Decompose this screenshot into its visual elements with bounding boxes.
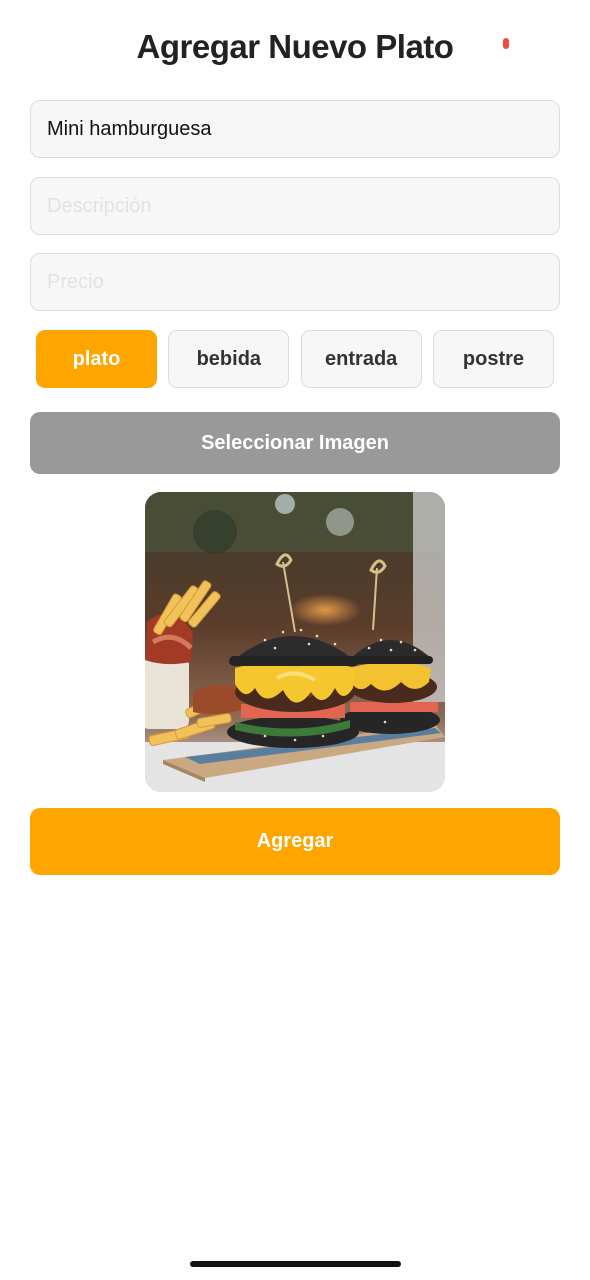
category-button-entrada[interactable]: entrada [300, 330, 422, 388]
price-input[interactable] [30, 253, 560, 311]
category-button-bebida[interactable]: bebida [168, 330, 290, 388]
dish-image-preview [145, 492, 445, 792]
category-button-postre[interactable]: postre [432, 330, 554, 388]
burger-photo [145, 492, 445, 792]
description-input[interactable] [30, 177, 560, 235]
name-input[interactable] [30, 100, 560, 158]
page-title: Agregar Nuevo Plato [136, 28, 454, 65]
category-selector: plato bebida entrada postre [36, 330, 554, 388]
home-indicator[interactable] [190, 1261, 401, 1267]
category-button-plato[interactable]: plato [36, 330, 157, 388]
add-dish-screen: Agregar Nuevo Plato plato bebida entrada… [0, 0, 590, 1280]
add-button[interactable]: Agregar [30, 808, 560, 875]
recording-indicator [503, 38, 509, 49]
select-image-button[interactable]: Seleccionar Imagen [30, 412, 560, 474]
